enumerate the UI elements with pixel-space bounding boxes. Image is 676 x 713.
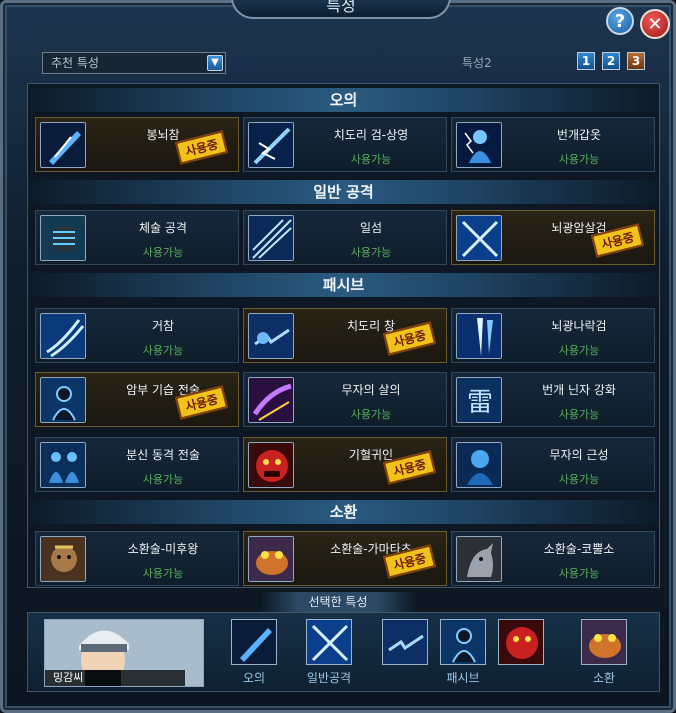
skill-name: 치도리 검-상영: [333, 128, 409, 142]
character-portrait: 밍감씨: [44, 619, 204, 687]
category-label-ougi: 오의: [242, 671, 266, 685]
skill-name: 무자의 살의: [341, 383, 401, 397]
preset-dropdown[interactable]: 추천 특성 ▼: [42, 52, 226, 74]
skill-card[interactable]: 소환술-코뿔소 사용가능: [451, 531, 655, 586]
skill-status: 사용가능: [350, 153, 392, 166]
wind-slash-icon: [40, 313, 86, 359]
toad-icon: [248, 536, 294, 582]
skill-name: 번개 닌자 강화: [542, 383, 616, 397]
skill-card[interactable]: 치도리 검-상영 사용가능: [243, 117, 447, 172]
rhino-icon: [456, 536, 502, 582]
selected-talents-title: 선택한 특성: [260, 592, 416, 612]
skill-name: 무자의 근성: [549, 448, 609, 462]
skill-status: 사용가능: [558, 473, 600, 486]
selected-passive-slot-3[interactable]: [498, 619, 544, 665]
close-icon: ✕: [647, 13, 663, 35]
skill-card[interactable]: 치도리 창 사용중: [243, 308, 447, 363]
skill-card[interactable]: 무자의 살의 사용가능: [243, 372, 447, 427]
set-label: 특성2: [462, 56, 492, 70]
section-title-passive: 패시브: [28, 273, 659, 297]
skill-name: 분신 동격 전술: [126, 448, 200, 462]
section-title-ougi: 오의: [28, 88, 659, 112]
skill-card[interactable]: 소환술-미후왕 사용가능: [35, 531, 239, 586]
skill-name: 체술 공격: [139, 221, 187, 235]
window-title: 특성: [231, 0, 451, 19]
skill-card[interactable]: 거참 사용가능: [35, 308, 239, 363]
page-button-3[interactable]: 3: [627, 52, 645, 70]
page-button-1[interactable]: 1: [577, 52, 595, 70]
talent-panel: 오의 봉뇌참 사용중 치도리 검-상영 사용가능 번개갑옷 사용가능 일반 공격…: [27, 83, 660, 588]
skill-card[interactable]: 체술 공격 사용가능: [35, 210, 239, 265]
skill-status: 사용가능: [350, 408, 392, 421]
skill-name: 번개갑옷: [556, 128, 602, 142]
selected-passive-slot-1[interactable]: [382, 619, 428, 665]
svg-text:雷: 雷: [467, 388, 493, 418]
skill-status: 사용가능: [350, 246, 392, 259]
skill-name: 일섬: [359, 221, 383, 235]
demon-face-icon: [248, 442, 294, 488]
question-icon: ?: [614, 10, 626, 32]
skill-card[interactable]: 일섬 사용가능: [243, 210, 447, 265]
selected-ougi-slot[interactable]: [231, 619, 277, 665]
crossed-blades-icon: [456, 215, 502, 261]
thunder-kanji-icon: 雷: [456, 377, 502, 423]
skill-status: 사용가능: [142, 344, 184, 357]
sword-lightning-icon: [248, 122, 294, 168]
category-label-passive: 패시브: [446, 671, 480, 685]
close-button[interactable]: ✕: [640, 9, 670, 39]
purple-slash-icon: [248, 377, 294, 423]
skill-card[interactable]: 뇌광나락검 사용가능: [451, 308, 655, 363]
skill-card[interactable]: 雷 번개 닌자 강화 사용가능: [451, 372, 655, 427]
section-title-summon: 소환: [28, 500, 659, 524]
skill-card[interactable]: 무자의 근성 사용가능: [451, 437, 655, 492]
clone-figures-icon: [40, 442, 86, 488]
skill-status: 사용가능: [558, 344, 600, 357]
lightning-armor-icon: [456, 122, 502, 168]
anbu-figure-icon: [40, 377, 86, 423]
skill-card[interactable]: 기혈귀인 사용중: [243, 437, 447, 492]
skill-name: 소환술-미후왕: [127, 542, 199, 556]
page-button-2[interactable]: 2: [602, 52, 620, 70]
skill-name: 거참: [151, 319, 175, 333]
section-title-normal: 일반 공격: [28, 180, 659, 204]
chevron-down-icon[interactable]: ▼: [207, 55, 223, 71]
character-name: 밍감씨: [45, 670, 185, 686]
glowing-figure-icon: [456, 442, 502, 488]
skill-card[interactable]: 분신 동격 전술 사용가능: [35, 437, 239, 492]
category-label-summon: 소환: [592, 671, 616, 685]
category-label-normal: 일반공격: [306, 671, 352, 685]
lightning-hand-icon: [248, 313, 294, 359]
skill-card[interactable]: 봉뇌참 사용중: [35, 117, 239, 172]
falling-blade-icon: [456, 313, 502, 359]
skill-name: 뇌광나락검: [551, 319, 607, 333]
flash-slash-icon: [248, 215, 294, 261]
monkey-king-icon: [40, 536, 86, 582]
selected-normal-slot[interactable]: [306, 619, 352, 665]
skill-card[interactable]: 뇌광암살검 사용중: [451, 210, 655, 265]
skill-status: 사용가능: [142, 473, 184, 486]
selected-summon-slot[interactable]: [581, 619, 627, 665]
skill-card[interactable]: 암부 기습 전술 사용중: [35, 372, 239, 427]
preset-value: 추천 특성: [51, 56, 99, 70]
skill-status: 사용가능: [142, 246, 184, 259]
skill-status: 사용가능: [558, 153, 600, 166]
fist-icon: [40, 215, 86, 261]
skill-status: 사용가능: [558, 567, 600, 580]
skill-card[interactable]: 소환술-가마타츠 사용중: [243, 531, 447, 586]
skill-card[interactable]: 번개갑옷 사용가능: [451, 117, 655, 172]
skill-status: 사용가능: [142, 567, 184, 580]
skill-name: 소환술-코뿔소: [543, 542, 615, 556]
blade-lightning-icon: [40, 122, 86, 168]
skill-status: 사용가능: [558, 408, 600, 421]
selected-talents-bar: 밍감씨 오의 일반공격 패시브 소환: [27, 612, 660, 692]
selected-passive-slot-2[interactable]: [440, 619, 486, 665]
help-button[interactable]: ?: [606, 7, 634, 35]
